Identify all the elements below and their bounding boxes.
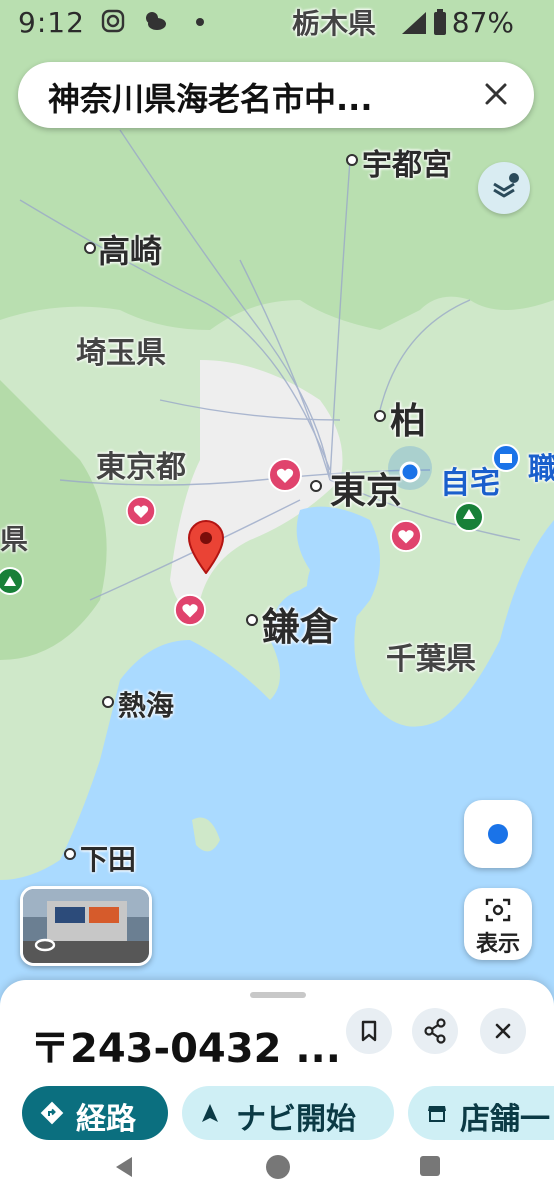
map-label-saitama: 埼玉県 — [76, 336, 166, 371]
map-label-work[interactable]: 職 — [528, 444, 554, 488]
camera-scan-icon — [485, 898, 511, 922]
my-location-button[interactable] — [464, 800, 532, 868]
store-icon — [428, 1106, 446, 1122]
store-chip[interactable]: 店舗一 — [408, 1086, 554, 1140]
work-marker-icon[interactable] — [492, 444, 520, 472]
weather-icon — [146, 12, 166, 30]
home-icon[interactable] — [264, 1153, 292, 1181]
close-icon[interactable] — [478, 76, 514, 112]
city-dot — [310, 480, 322, 492]
map-label-kamakura[interactable]: 鎌倉 — [262, 596, 338, 651]
city-dot — [246, 614, 258, 626]
directions-label: 経路 — [76, 1102, 136, 1137]
layers-icon — [493, 173, 519, 198]
search-query[interactable]: 神奈川県海老名市中... — [48, 74, 468, 120]
drag-handle[interactable] — [250, 992, 306, 998]
mountain-marker-icon[interactable] — [0, 566, 26, 596]
place-bottom-sheet[interactable]: 〒243-0432 ... 経路 ナビ開始 店舗一 — [0, 980, 554, 1150]
lens-display-button[interactable]: 表示 — [464, 888, 532, 960]
map-label-tokyo-to: 東京都 — [96, 450, 186, 485]
clock: 9:12 — [18, 6, 85, 39]
status-bar: 9:12 87% — [0, 0, 554, 50]
search-bar[interactable]: 神奈川県海老名市中... — [18, 62, 534, 128]
city-dot — [84, 242, 96, 254]
map-label-atami[interactable]: 熱海 — [118, 684, 174, 724]
back-icon[interactable] — [112, 1154, 138, 1180]
navigation-arrow-icon — [202, 1104, 218, 1122]
bookmark-icon — [361, 1020, 377, 1042]
saved-place-heart-icon[interactable] — [126, 496, 156, 526]
place-address: 〒243-0432 ... — [30, 1026, 341, 1072]
start-navigation-chip[interactable]: ナビ開始 — [182, 1086, 394, 1140]
recents-icon[interactable] — [418, 1154, 442, 1178]
signal-icon — [401, 11, 426, 34]
share-icon — [424, 1018, 446, 1044]
city-dot — [346, 154, 358, 166]
location-dot-icon — [488, 824, 508, 844]
system-nav-bar — [0, 1140, 554, 1200]
directions-chip[interactable]: 経路 — [22, 1086, 168, 1140]
park-marker-icon[interactable] — [454, 502, 484, 532]
instagram-icon — [101, 9, 125, 33]
start-navigation-label: ナビ開始 — [236, 1102, 356, 1137]
store-label: 店舗一 — [460, 1102, 550, 1137]
saved-place-heart-icon[interactable] — [174, 594, 206, 626]
saved-place-heart-icon[interactable] — [268, 458, 302, 492]
map-label-tochigi: 栃木県 — [292, 7, 377, 40]
map-label-chiba: 千葉県 — [386, 642, 476, 677]
battery-icon — [433, 8, 446, 35]
map-pin-icon[interactable] — [186, 518, 226, 574]
map-label-home[interactable]: 自宅 — [440, 458, 500, 502]
city-dot — [102, 696, 114, 708]
street-view-thumbnail[interactable] — [20, 886, 152, 966]
map-label-kashiwa[interactable]: 柏 — [390, 392, 426, 444]
map-label-takasaki[interactable]: 高崎 — [98, 226, 162, 272]
layers-button[interactable] — [478, 162, 530, 214]
map-label-tokyo[interactable]: 東京 — [330, 462, 402, 514]
notification-dot-icon — [196, 18, 204, 26]
close-icon — [495, 1023, 511, 1039]
battery-percent: 87% — [451, 6, 514, 39]
save-button[interactable] — [346, 1008, 392, 1054]
close-sheet-button[interactable] — [480, 1008, 526, 1054]
city-dot — [64, 848, 76, 860]
city-dot — [374, 410, 386, 422]
lens-label: 表示 — [475, 932, 520, 957]
status-right: 87% — [400, 6, 514, 39]
map-label-yamanashi: 県 — [0, 523, 29, 556]
directions-icon — [40, 1101, 64, 1125]
share-button[interactable] — [412, 1008, 458, 1054]
map-label-utsunomiya[interactable]: 宇都宮 — [362, 140, 452, 184]
rotate-360-icon — [34, 938, 56, 952]
map-label-shimoda[interactable]: 下田 — [80, 838, 136, 878]
saved-place-heart-icon[interactable] — [390, 520, 422, 552]
